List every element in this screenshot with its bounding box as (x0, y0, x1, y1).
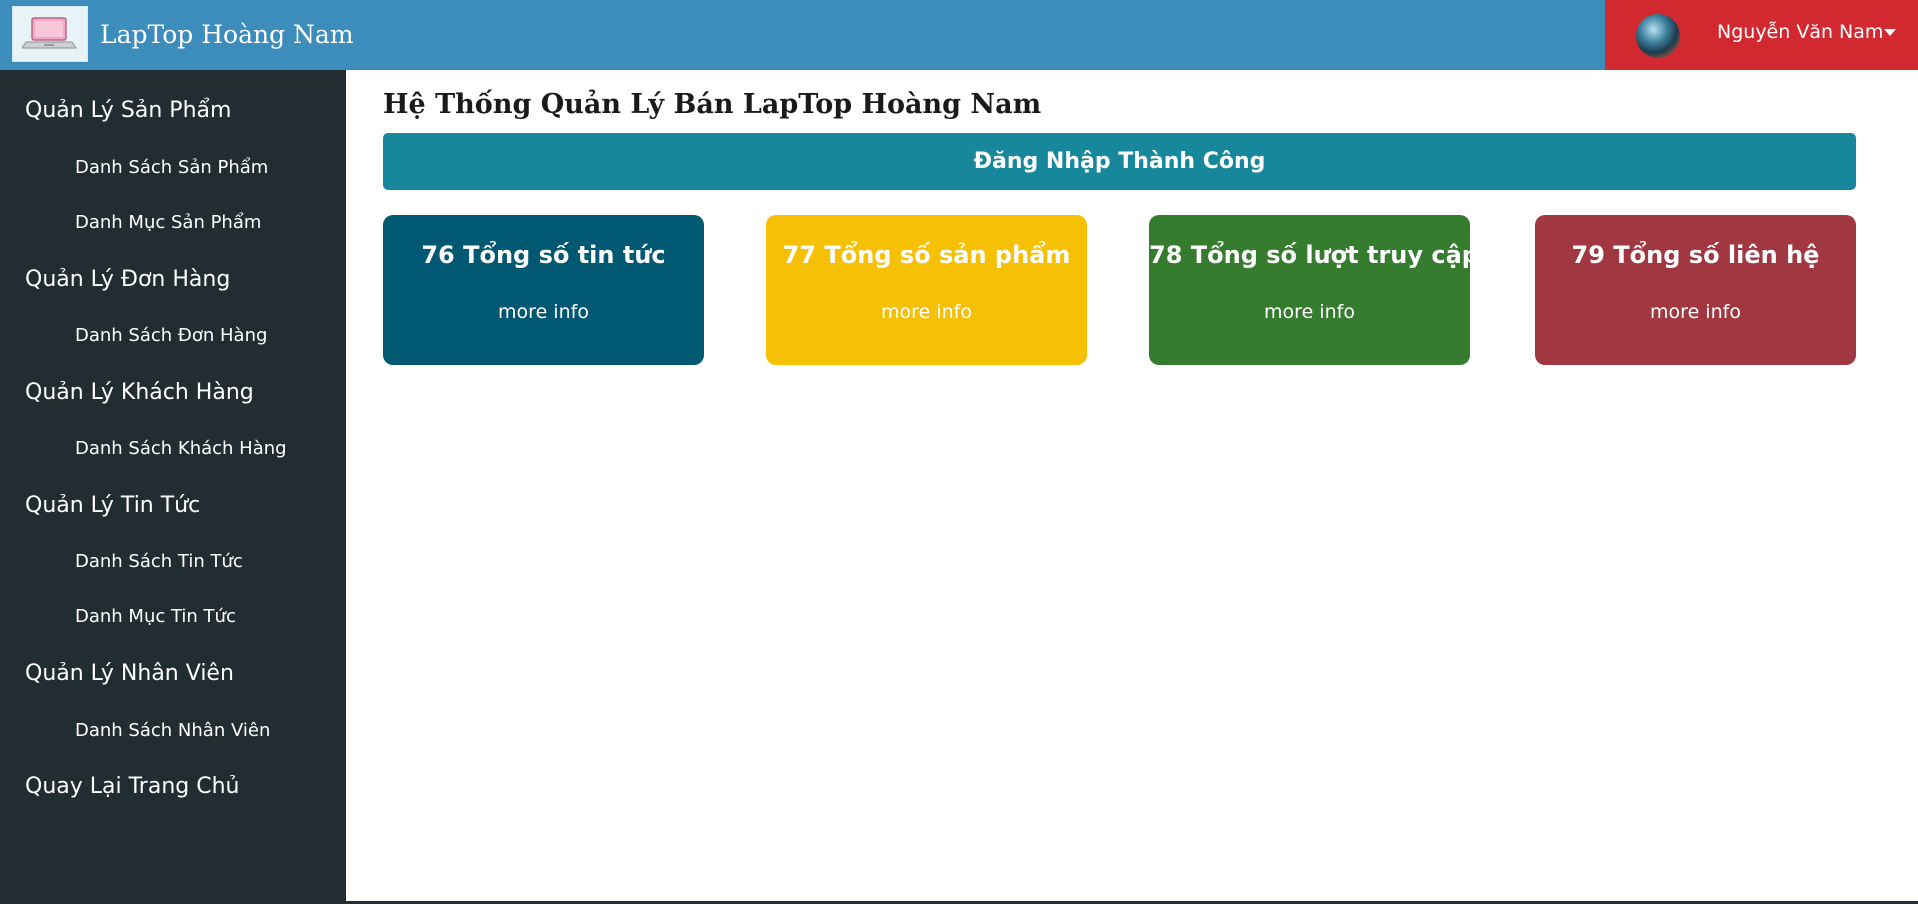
sidebar-group-staff[interactable]: Quản Lý Nhân Viên (25, 661, 234, 686)
brand-title: LapTop Hoàng Nam (100, 19, 354, 49)
caret-down-icon (1884, 29, 1896, 36)
sidebar-group-products[interactable]: Quản Lý Sản Phẩm (25, 98, 231, 123)
more-info-link[interactable]: more info (1535, 301, 1856, 323)
sidebar: Quản Lý Sản Phẩm Danh Sách Sản Phẩm Danh… (0, 70, 346, 904)
stat-card-news: 76 Tổng số tin tức more info (383, 215, 704, 365)
laptop-logo-icon (12, 6, 88, 62)
sidebar-item-staff-list[interactable]: Danh Sách Nhân Viên (75, 720, 270, 741)
sidebar-item-order-list[interactable]: Danh Sách Đơn Hàng (75, 325, 267, 346)
sidebar-item-product-categories[interactable]: Danh Mục Sản Phẩm (75, 212, 261, 233)
user-name: Nguyễn Văn Nam (1717, 21, 1884, 43)
sidebar-group-orders[interactable]: Quản Lý Đơn Hàng (25, 267, 230, 292)
sidebar-back-home[interactable]: Quay Lại Trang Chủ (25, 774, 239, 799)
page-title: Hệ Thống Quản Lý Bán LapTop Hoàng Nam (383, 89, 1042, 120)
user-menu-dropdown[interactable]: Nguyễn Văn Nam (1605, 0, 1918, 70)
stat-card-title: 78 Tổng số lượt truy cập (1149, 241, 1479, 269)
user-avatar (1636, 14, 1680, 58)
top-navbar: LapTop Hoàng Nam Nguyễn Văn Nam (0, 0, 1918, 70)
stat-card-title: 79 Tổng số liên hệ (1571, 241, 1820, 269)
sidebar-item-product-list[interactable]: Danh Sách Sản Phẩm (75, 157, 268, 178)
login-success-alert: Đăng Nhập Thành Công (383, 133, 1856, 190)
sidebar-item-news-list[interactable]: Danh Sách Tin Tức (75, 551, 243, 572)
stat-card-contacts: 79 Tổng số liên hệ more info (1535, 215, 1856, 365)
sidebar-item-news-categories[interactable]: Danh Mục Tin Tức (75, 606, 236, 627)
stat-card-products: 77 Tổng số sản phẩm more info (766, 215, 1087, 365)
more-info-link[interactable]: more info (383, 301, 704, 323)
sidebar-group-customers[interactable]: Quản Lý Khách Hàng (25, 380, 254, 405)
more-info-link[interactable]: more info (766, 301, 1087, 323)
stat-card-visits: 78 Tổng số lượt truy cập more info (1149, 215, 1479, 365)
brand-link[interactable]: LapTop Hoàng Nam (12, 6, 354, 62)
sidebar-item-customer-list[interactable]: Danh Sách Khách Hàng (75, 438, 287, 459)
sidebar-group-news[interactable]: Quản Lý Tin Tức (25, 493, 200, 518)
stat-card-title: 77 Tổng số sản phẩm (782, 241, 1071, 269)
more-info-link[interactable]: more info (1149, 301, 1470, 323)
stat-card-title: 76 Tổng số tin tức (421, 241, 666, 269)
